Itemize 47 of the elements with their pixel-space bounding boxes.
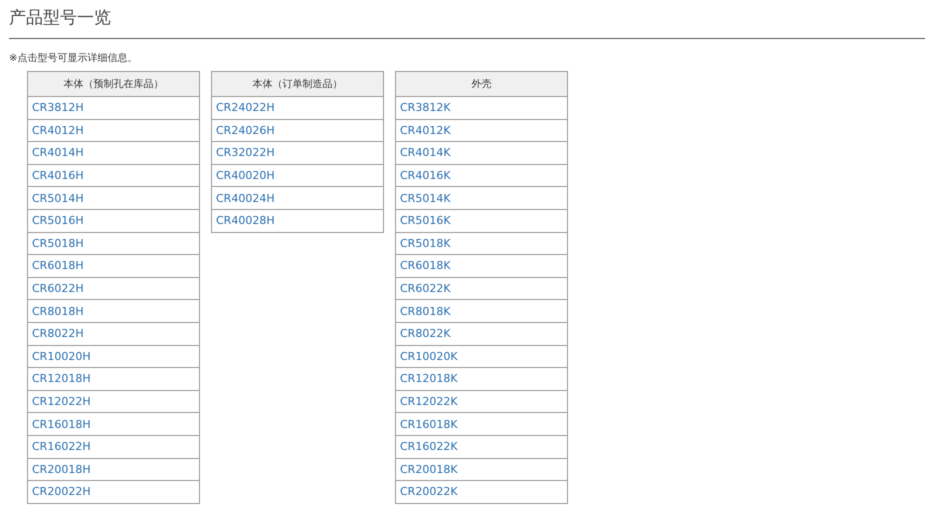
model-link[interactable]: CR32022H: [216, 146, 275, 160]
model-link[interactable]: CR24022H: [216, 101, 275, 114]
model-link[interactable]: CR8018K: [400, 304, 451, 318]
model-link[interactable]: CR40020H: [216, 169, 275, 182]
model-link[interactable]: CR16022H: [32, 440, 91, 454]
model-link[interactable]: CR4012H: [32, 124, 84, 137]
model-link[interactable]: CR12018H: [32, 372, 91, 386]
model-link[interactable]: CR5018H: [32, 236, 84, 250]
model-link[interactable]: CR5014H: [32, 192, 84, 205]
model-link[interactable]: CR20018K: [400, 462, 458, 476]
model-link[interactable]: CR10020H: [32, 350, 91, 363]
model-link[interactable]: CR40024H: [216, 192, 275, 205]
model-link[interactable]: CR20022H: [32, 485, 91, 498]
model-link[interactable]: CR16018H: [32, 418, 91, 431]
model-link[interactable]: CR3812H: [32, 101, 84, 114]
model-link[interactable]: CR6022K: [400, 282, 451, 296]
model-link[interactable]: CR6018K: [400, 259, 451, 272]
model-link[interactable]: CR6018H: [32, 259, 84, 272]
model-link[interactable]: CR4012K: [400, 124, 451, 137]
model-link[interactable]: CR40028H: [216, 214, 275, 228]
note-text: ※点击型号可显示详细信息。: [9, 52, 138, 66]
model-link[interactable]: CR12022K: [400, 395, 458, 408]
page-title: 产品型号一览: [9, 7, 112, 30]
model-link[interactable]: CR10020K: [400, 350, 458, 363]
model-link[interactable]: CR8022H: [32, 327, 84, 340]
model-link[interactable]: CR4014H: [32, 146, 84, 160]
model-link[interactable]: CR12018K: [400, 372, 458, 386]
model-link[interactable]: CR4014K: [400, 146, 451, 160]
model-link[interactable]: CR4016K: [400, 169, 451, 182]
model-link[interactable]: CR5018K: [400, 236, 451, 250]
model-link[interactable]: CR12022H: [32, 395, 91, 408]
model-link[interactable]: CR24026H: [216, 124, 275, 137]
model-link[interactable]: CR5014K: [400, 192, 451, 205]
model-link[interactable]: CR4016H: [32, 169, 84, 182]
model-link[interactable]: CR8018H: [32, 304, 84, 318]
model-link[interactable]: CR5016H: [32, 214, 84, 228]
model-link[interactable]: CR20018H: [32, 462, 91, 476]
column-header: 本体（预制孔在库品）: [28, 72, 200, 96]
model-link[interactable]: CR5016K: [400, 214, 451, 228]
model-link[interactable]: CR3812K: [400, 101, 451, 114]
column-header: 本体（订单制造品）: [212, 72, 384, 96]
column-header: 外壳: [396, 72, 568, 96]
model-link[interactable]: CR8022K: [400, 327, 451, 340]
model-link[interactable]: CR6022H: [32, 282, 84, 296]
model-link[interactable]: CR16018K: [400, 418, 458, 431]
model-link[interactable]: CR20022K: [400, 485, 458, 498]
model-link[interactable]: CR16022K: [400, 440, 458, 454]
